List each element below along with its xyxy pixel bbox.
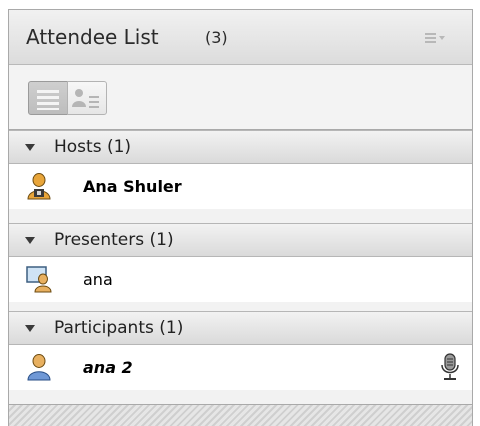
- card-view-button[interactable]: [67, 81, 107, 115]
- collapse-arrow-icon: [25, 144, 35, 151]
- microphone-icon[interactable]: [439, 353, 461, 381]
- collapse-arrow-icon: [25, 237, 35, 244]
- section-label: Participants (1): [54, 318, 184, 338]
- section-participants[interactable]: Participants (1): [9, 311, 472, 345]
- section-label: Hosts (1): [54, 137, 132, 157]
- attendee-row[interactable]: ana 2: [9, 345, 472, 390]
- attendee-list-pod: Attendee List (3) Hosts (1) Ana Shuler P…: [8, 9, 473, 426]
- pod-title: Attendee List: [26, 25, 159, 49]
- attendee-name: ana 2: [83, 358, 133, 377]
- collapse-arrow-icon: [25, 325, 35, 332]
- pod-header: Attendee List (3): [9, 10, 472, 65]
- list-view-icon: [37, 90, 59, 110]
- host-icon: [27, 173, 51, 200]
- attendee-row[interactable]: ana: [9, 257, 472, 302]
- attendee-name: Ana Shuler: [83, 177, 182, 196]
- attendee-row[interactable]: Ana Shuler: [9, 164, 472, 209]
- section-presenters[interactable]: Presenters (1): [9, 223, 472, 257]
- list-view-button[interactable]: [28, 81, 68, 115]
- presenter-icon: [26, 266, 52, 293]
- section-label: Presenters (1): [54, 230, 174, 250]
- card-view-icon: [72, 89, 99, 108]
- attendee-name: ana: [83, 270, 113, 289]
- section-hosts[interactable]: Hosts (1): [9, 130, 472, 164]
- pod-menu-icon[interactable]: [425, 32, 447, 46]
- attendee-count: (3): [205, 28, 228, 47]
- participant-icon: [27, 354, 51, 381]
- view-toolbar: [9, 65, 472, 130]
- empty-list-area: [9, 404, 472, 426]
